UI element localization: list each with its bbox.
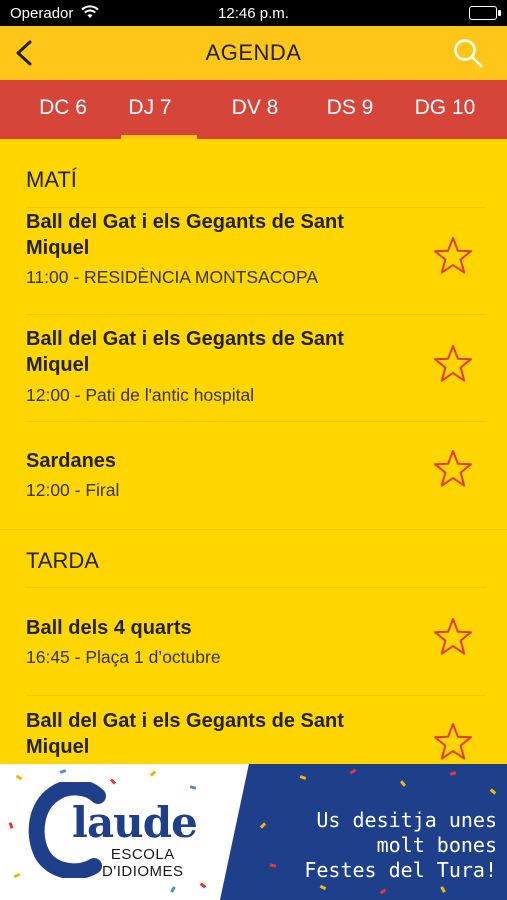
ad-message-line-2: molt bones — [376, 833, 497, 857]
ad-school-label: ESCOLA D'IDIOMES — [102, 846, 184, 880]
tab-day-9[interactable]: DS 9 — [300, 80, 400, 139]
tab-day-10[interactable]: DG 10 — [395, 80, 495, 139]
ad-message-line-3: Festes del Tura! — [304, 858, 497, 882]
tab-label: DV 8 — [231, 96, 279, 119]
event-row[interactable]: Ball del Gat i els Gegants de Sant Mique… — [0, 207, 507, 314]
battery-icon — [469, 6, 501, 20]
confetti — [13, 872, 21, 879]
confetti — [189, 785, 197, 790]
ad-school-line-2: D'IDIOMES — [102, 863, 184, 880]
ad-message: Us desitja unes molt bones Festes del Tu… — [282, 808, 497, 883]
event-title: Sardanes — [26, 450, 117, 472]
favorite-star-icon[interactable] — [432, 235, 474, 277]
tab-day-6[interactable]: DC 6 — [13, 80, 113, 139]
event-row[interactable]: Ball del Gat i els Gegants de Sant Mique… — [0, 314, 507, 421]
event-subtitle: 12:00 - Firal — [26, 480, 120, 500]
section-header-tarda: TARDA — [26, 548, 99, 573]
event-title: Ball del Gat i els Gegants de Sant Mique… — [26, 710, 344, 758]
ad-school-line-1: ESCOLA — [110, 846, 175, 863]
search-icon[interactable] — [451, 36, 485, 70]
confetti — [15, 774, 23, 781]
event-title: Ball dels 4 quarts — [26, 617, 192, 639]
event-row[interactable]: Ball del Gat i els Gegants de Sant Mique… — [0, 695, 507, 764]
tab-label: DG 10 — [414, 96, 476, 119]
favorite-star-icon[interactable] — [432, 448, 474, 490]
favorite-star-icon[interactable] — [432, 721, 474, 763]
tab-day-7[interactable]: DJ 7 — [100, 80, 200, 139]
tab-label: DS 9 — [326, 96, 374, 119]
section-header-mati: MATÍ — [26, 167, 77, 192]
event-row[interactable]: Ball dels 4 quarts 16:45 - Plaça 1 d’oct… — [0, 587, 507, 695]
favorite-star-icon[interactable] — [432, 343, 474, 385]
event-title: Ball del Gat i els Gegants de Sant Mique… — [26, 211, 344, 259]
confetti — [149, 770, 157, 777]
day-tabs: DC 6 DJ 7 DV 8 DS 9 DG 10 — [0, 80, 507, 139]
nav-bar: AGENDA — [0, 26, 507, 80]
event-title: Ball del Gat i els Gegants de Sant Mique… — [26, 328, 344, 376]
event-subtitle: 12:00 - Pati de l'antic hospital — [26, 385, 255, 405]
tab-day-8[interactable]: DV 8 — [205, 80, 305, 139]
confetti — [59, 769, 67, 774]
clock: 12:46 p.m. — [218, 5, 289, 22]
event-subtitle: 16:45 - Plaça 1 d’octubre — [26, 647, 221, 667]
tab-label: DC 6 — [39, 96, 87, 119]
confetti — [8, 822, 14, 829]
agenda-list[interactable]: MATÍ Ball del Gat i els Gegants de Sant … — [0, 139, 507, 764]
ad-brand-name: laude — [72, 798, 198, 847]
confetti — [199, 882, 207, 889]
ad-banner[interactable]: laude ESCOLA D'IDIOMES Us desitja unes m… — [0, 764, 507, 900]
event-row[interactable]: Sardanes 12:00 - Firal — [0, 421, 507, 529]
divider — [0, 529, 507, 530]
ad-message-line-1: Us desitja unes — [316, 808, 497, 832]
event-subtitle: 11:00 - RESIDÈNCIA MONTSACOPA — [26, 267, 319, 287]
status-bar: Operador 12:46 p.m. — [0, 0, 507, 26]
favorite-star-icon[interactable] — [432, 616, 474, 658]
page-title: AGENDA — [205, 40, 302, 65]
confetti — [170, 886, 176, 893]
tab-label: DJ 7 — [128, 96, 172, 119]
